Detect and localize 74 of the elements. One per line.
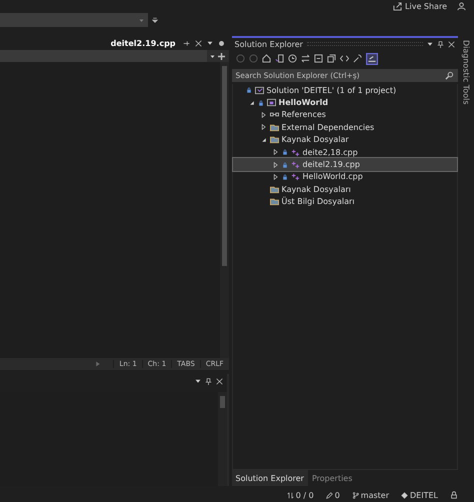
item-label: HelloWorld.cpp (302, 172, 363, 182)
side-tab[interactable]: Diagnostic Tools (462, 40, 471, 105)
panel-title: Solution Explorer (234, 40, 303, 48)
lock-icon (450, 491, 458, 499)
panel-tab[interactable]: Properties (308, 470, 356, 486)
clock-icon[interactable] (288, 54, 297, 63)
item-label: Kaynak Dosyaları (282, 184, 351, 194)
pencil-icon (326, 492, 333, 498)
item-label: External Dependencies (282, 122, 374, 132)
close-icon[interactable] (216, 378, 223, 384)
lock-icon (282, 174, 288, 180)
expanded-arrow-icon[interactable] (260, 136, 267, 143)
tree-item[interactable]: deite2,18.cpp (232, 146, 458, 158)
dropdown-caret-icon (139, 18, 144, 22)
item-label: deitel2.19.cpp (302, 160, 360, 170)
code-icon[interactable] (340, 54, 349, 63)
branch-icon (352, 492, 359, 498)
home-icon[interactable] (262, 54, 271, 63)
tree-item[interactable]: HelloWorld.cpp (232, 170, 458, 184)
dropdown-caret-icon[interactable] (194, 378, 201, 384)
dropdown-caret-icon[interactable] (427, 41, 434, 47)
close-icon[interactable] (448, 40, 456, 48)
tree-item[interactable]: Kaynak Dosyaları (232, 183, 458, 196)
person-icon[interactable] (457, 2, 466, 10)
solution-icon (254, 86, 264, 95)
tree-item[interactable]: Solution 'DEITEL' (1 of 1 project) (232, 84, 458, 96)
item-label: deite2,18.cpp (302, 148, 358, 157)
swap-arrows-icon[interactable] (300, 54, 310, 63)
branch-indicator[interactable]: master (352, 490, 390, 500)
scroll-right-icon[interactable] (95, 361, 102, 367)
expanded-arrow-icon[interactable] (248, 100, 255, 106)
dropdown-caret-icon[interactable] (210, 54, 215, 58)
overflow-icon[interactable] (152, 17, 158, 23)
tree-item[interactable]: References (232, 108, 458, 122)
tree-item[interactable]: HelloWorld (232, 96, 458, 109)
search-icon[interactable] (445, 71, 454, 80)
dropdown-field[interactable] (0, 13, 148, 27)
project-icon (266, 98, 276, 108)
copy-icon[interactable] (326, 54, 336, 63)
references-icon (270, 110, 279, 120)
repository-icon (401, 492, 408, 498)
lock-icon (282, 162, 288, 168)
item-label: References (282, 110, 326, 120)
navigation-field[interactable] (0, 50, 207, 62)
item-label: Üst Bilgi Dosyaları (282, 197, 354, 206)
share-icon (393, 2, 402, 10)
item-label: HelloWorld (278, 98, 328, 108)
tree-item[interactable]: Kaynak Dosyalar (232, 134, 458, 146)
file-tab[interactable]: deitel2.19.cpp (108, 38, 178, 48)
repository-indicator[interactable]: DEITEL (401, 490, 438, 500)
sort-arrows-icon (286, 492, 294, 498)
cpp-file-icon (290, 148, 300, 157)
close-icon[interactable] (194, 40, 202, 46)
lock-icon (282, 149, 288, 156)
item-label: Solution 'DEITEL' (1 of 1 project) (266, 86, 396, 95)
lock-icon (258, 100, 264, 106)
dropdown-caret-icon[interactable] (206, 40, 213, 46)
collapse-icon[interactable] (314, 54, 323, 63)
tree-item[interactable]: External Dependencies (232, 121, 458, 134)
item-label: Kaynak Dosyalar (282, 135, 349, 144)
live-share-button[interactable]: Live Share (393, 2, 447, 10)
sync-icon[interactable] (274, 54, 284, 63)
plus-icon[interactable] (218, 52, 225, 60)
edits-indicator[interactable]: 0 (326, 490, 340, 500)
tree-item[interactable]: deitel2.19.cpp (232, 158, 458, 171)
cpp-file-icon (290, 172, 300, 182)
panel-tab[interactable]: Solution Explorer (232, 470, 308, 486)
lock-icon (246, 87, 252, 94)
cpp-file-icon (290, 160, 300, 170)
scrollbar[interactable] (218, 392, 227, 486)
changes-indicator[interactable]: 0 / 0 (286, 490, 314, 500)
preview-icon[interactable] (366, 52, 378, 64)
scrollbar[interactable] (220, 62, 229, 358)
tree-item[interactable]: Üst Bilgi Dosyaları (232, 196, 458, 208)
